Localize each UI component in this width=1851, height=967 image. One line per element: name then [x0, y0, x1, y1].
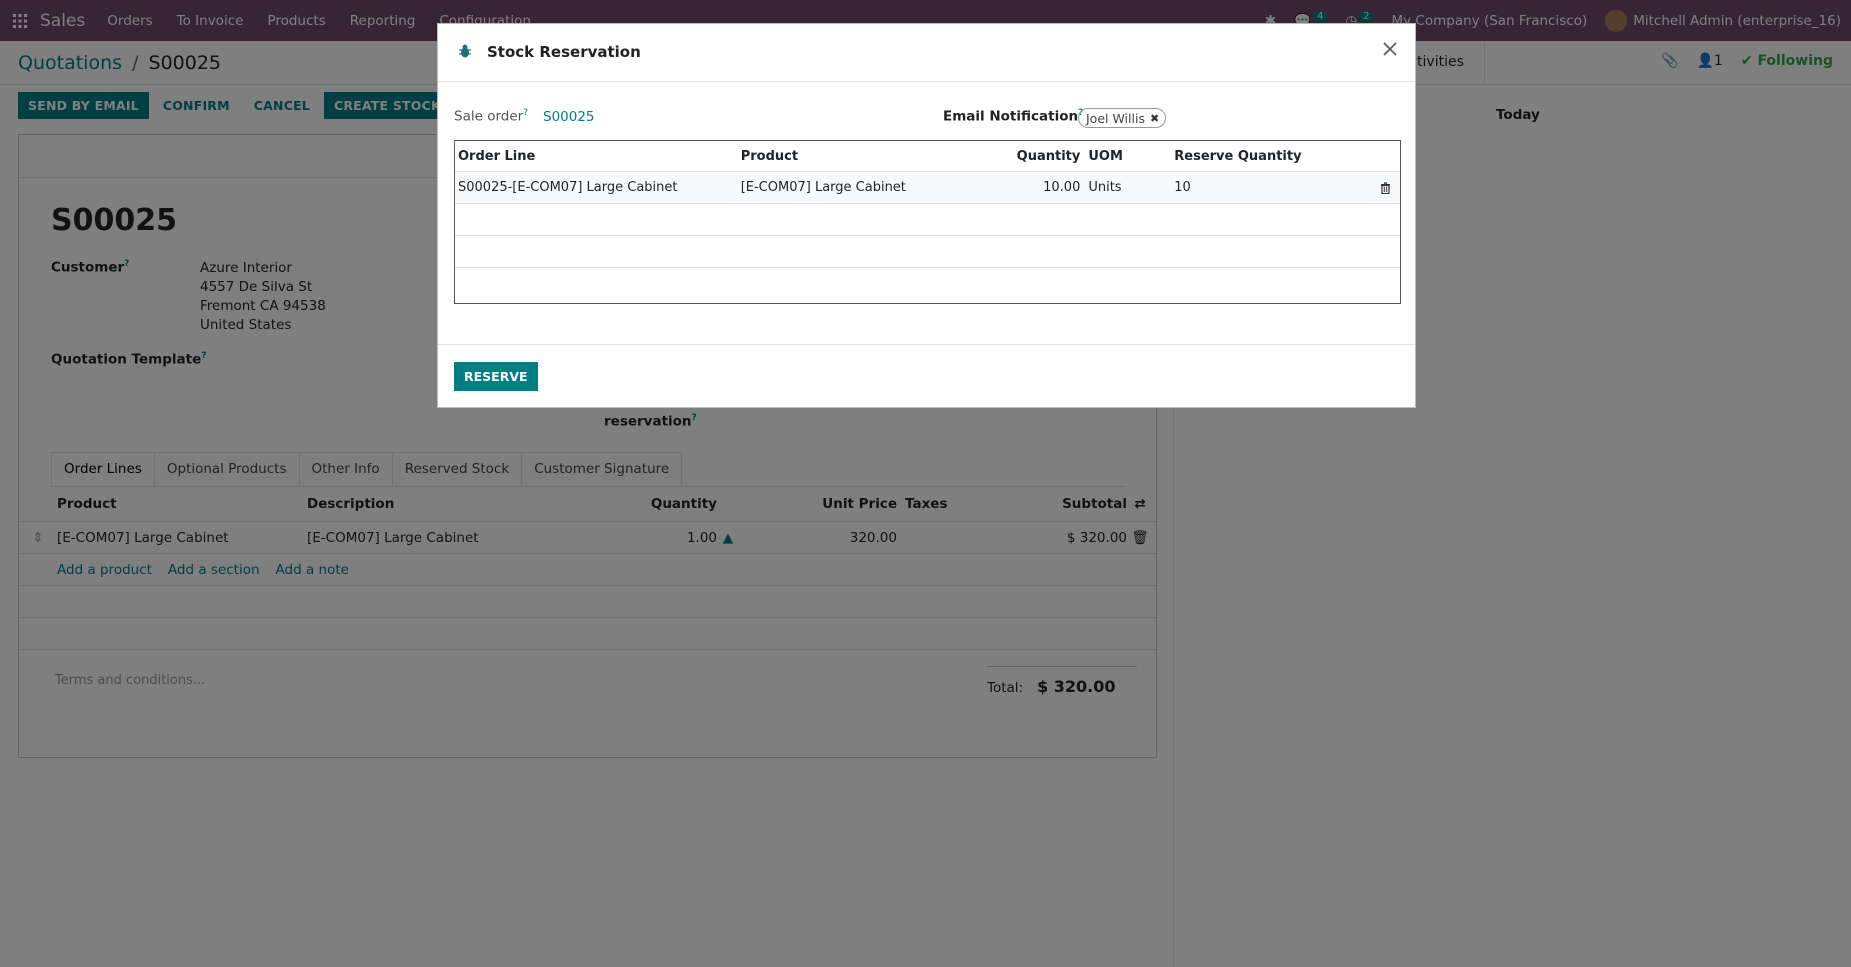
sale-order-label: Sale order?: [454, 108, 528, 125]
row-product: [E-COM07] Large Cabinet: [740, 180, 906, 195]
stock-reservation-dialog: Stock Reservation Sale order? S00025 Ema…: [437, 23, 1416, 408]
empty-row: [455, 204, 1400, 236]
row-reserve-quantity[interactable]: 10: [1174, 180, 1370, 195]
col-product[interactable]: Product: [741, 149, 1001, 164]
remove-tag-icon[interactable]: ✖: [1150, 112, 1159, 125]
recipient-name: Joel Willis: [1086, 110, 1145, 126]
row-order-line: S00025-[E-COM07] Large Cabinet: [458, 180, 678, 195]
col-order-line[interactable]: Order Line: [455, 149, 741, 164]
dialog-title: Stock Reservation: [487, 43, 641, 61]
dialog-footer: RESERVE: [438, 344, 1415, 408]
dialog-header: Stock Reservation: [438, 24, 1415, 82]
bug-icon: [459, 44, 471, 58]
col-quantity[interactable]: Quantity: [1000, 149, 1081, 164]
reservation-table-header: Order Line Product Quantity UOM Reserve …: [455, 141, 1400, 172]
empty-row: [455, 236, 1400, 268]
reserve-button[interactable]: RESERVE: [454, 362, 538, 391]
sale-order-link[interactable]: S00025: [543, 109, 595, 125]
table-row[interactable]: S00025-[E-COM07] Large Cabinet [E-COM07]…: [455, 172, 1400, 204]
close-icon[interactable]: [1379, 38, 1401, 60]
trash-icon[interactable]: [1370, 181, 1400, 194]
col-reserve-quantity[interactable]: Reserve Quantity: [1174, 149, 1370, 164]
row-uom: Units: [1088, 180, 1122, 195]
email-notification-label: Email Notification?: [943, 108, 1084, 125]
row-quantity: 10.00: [1043, 180, 1081, 195]
reservation-lines-table: Order Line Product Quantity UOM Reserve …: [454, 140, 1401, 304]
col-uom[interactable]: UOM: [1080, 149, 1174, 164]
empty-row: [455, 268, 1400, 300]
email-recipient-tag[interactable]: Joel Willis ✖: [1078, 108, 1167, 128]
